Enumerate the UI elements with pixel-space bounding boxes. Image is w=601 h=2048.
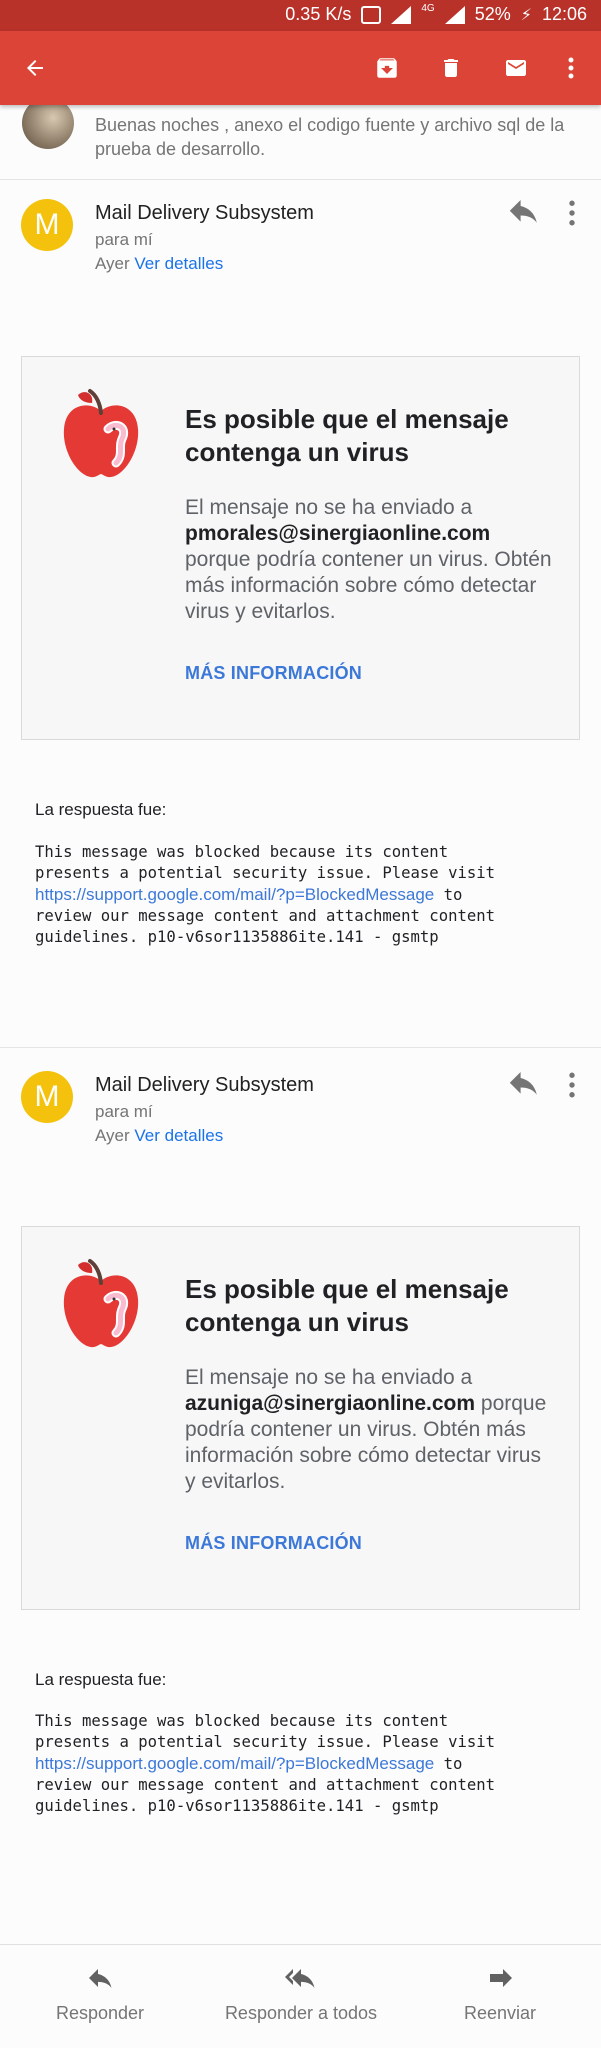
reply-icon: [89, 1969, 112, 1988]
card-title: Es posible que el mensaje contenga un vi…: [185, 1274, 509, 1337]
forward-button[interactable]: Reenviar: [456, 1965, 544, 2024]
response-line: guidelines. p10-v6sor1135886ite.141 - gs…: [35, 928, 439, 946]
card-body: El mensaje no se ha enviado a azuniga@si…: [185, 1365, 555, 1495]
date-text: Ayer: [95, 1126, 130, 1145]
bottom-action-bar: Responder Responder a todos Reenviar: [0, 1944, 601, 2048]
apple-worm-icon: [63, 1259, 139, 1348]
apple-worm-icon: [63, 389, 139, 478]
message-date: Ayer Ver detalles: [95, 1126, 223, 1146]
battery-level: 52%: [474, 4, 511, 24]
response-line: guidelines. p10-v6sor1135886ite.141 - gs…: [35, 1797, 439, 1815]
card-title: Es posible que el mensaje contenga un vi…: [185, 404, 509, 467]
virus-warning-card: Es posible que el mensaje contenga un vi…: [21, 1226, 580, 1610]
response-label: La respuesta fue:: [35, 1670, 167, 1689]
response-line: to: [434, 886, 463, 904]
virus-warning-card: Es posible que el mensaje contenga un vi…: [21, 356, 580, 740]
archive-button[interactable]: [368, 49, 406, 87]
network-speed: 0.35 K/s: [285, 4, 352, 24]
blocked-recipient: azuniga@sinergiaonline.com: [185, 1392, 476, 1415]
charging-icon: ⚡: [520, 6, 532, 24]
more-vertical-icon: [568, 57, 574, 79]
response-line: review our message content and attachmen…: [35, 907, 496, 925]
response-line: presents a potential security issue. Ple…: [35, 864, 496, 882]
sender-avatar: M: [21, 199, 73, 251]
trash-icon: [444, 59, 458, 77]
blocked-recipient: pmorales@sinergiaonline.com: [185, 522, 491, 545]
reply-icon[interactable]: [508, 200, 538, 224]
message-date: Ayer Ver detalles: [95, 254, 223, 274]
reply-all-label: Responder a todos: [224, 2003, 378, 2023]
response-text: This message was blocked because its con…: [35, 1711, 595, 1817]
response-line: to: [434, 1755, 463, 1773]
status-bar: 0.35 K/s 4G 52% ⚡ 12:06: [0, 0, 601, 31]
mark-unread-button[interactable]: [497, 49, 535, 87]
more-info-link[interactable]: MÁS INFORMACIÓN: [185, 663, 362, 684]
blocked-message-link[interactable]: https://support.google.com/mail/?p=Block…: [35, 1754, 434, 1773]
response-line: This message was blocked because its con…: [35, 843, 449, 861]
more-vertical-icon[interactable]: [567, 1072, 577, 1098]
message-snippet: Buenas noches , anexo el codigo fuente y…: [95, 115, 565, 159]
response-label: La respuesta fue:: [35, 800, 167, 819]
clock: 12:06: [541, 4, 587, 24]
sender-name: Mail Delivery Subsystem: [95, 202, 314, 224]
toolbar: [0, 31, 601, 105]
signal-icon: [391, 5, 412, 24]
recipient-label: para mí: [95, 230, 153, 249]
more-vertical-icon[interactable]: [567, 200, 577, 226]
reply-label: Responder: [55, 2003, 145, 2023]
vibrate-icon: [361, 5, 382, 24]
details-link[interactable]: Ver detalles: [134, 254, 223, 273]
arrow-left-icon: [27, 60, 43, 76]
sender-avatar: M: [21, 1071, 73, 1123]
blocked-message-link[interactable]: https://support.google.com/mail/?p=Block…: [35, 885, 434, 904]
more-info-link[interactable]: MÁS INFORMACIÓN: [185, 1533, 362, 1554]
delete-button[interactable]: [432, 49, 470, 87]
forward-label: Reenviar: [463, 2003, 537, 2023]
body-prefix: El mensaje no se ha enviado a: [185, 1366, 473, 1389]
response-line: presents a potential security issue. Ple…: [35, 1733, 496, 1751]
response-text: This message was blocked because its con…: [35, 842, 595, 948]
mail-icon: [506, 60, 526, 76]
more-options-button[interactable]: [552, 49, 590, 87]
reply-button[interactable]: Responder: [52, 1965, 148, 2024]
sender-name: Mail Delivery Subsystem: [95, 1074, 314, 1096]
message: M Mail Delivery Subsystem para mí Ayer V…: [0, 180, 601, 1050]
previous-message[interactable]: Buenas noches , anexo el codigo fuente y…: [0, 97, 601, 180]
archive-icon: [377, 58, 397, 78]
details-link[interactable]: Ver detalles: [134, 1126, 223, 1145]
network-type: 4G: [421, 3, 435, 14]
response-line: This message was blocked because its con…: [35, 1712, 449, 1730]
reply-icon[interactable]: [508, 1072, 538, 1096]
card-body: El mensaje no se ha enviado a pmorales@s…: [185, 495, 555, 625]
back-button[interactable]: [16, 49, 54, 87]
recipient-label: para mí: [95, 1102, 153, 1121]
reply-all-button[interactable]: Responder a todos: [218, 1965, 384, 2024]
response-line: review our message content and attachmen…: [35, 1776, 496, 1794]
body-suffix: porque podría contener un virus. Obtén m…: [185, 548, 552, 623]
reply-all-icon: [285, 1969, 315, 1988]
body-prefix: El mensaje no se ha enviado a: [185, 496, 473, 519]
message: M Mail Delivery Subsystem para mí Ayer V…: [0, 1048, 601, 1938]
forward-icon: [490, 1969, 512, 1987]
date-text: Ayer: [95, 254, 130, 273]
signal-icon-2: [444, 5, 465, 24]
